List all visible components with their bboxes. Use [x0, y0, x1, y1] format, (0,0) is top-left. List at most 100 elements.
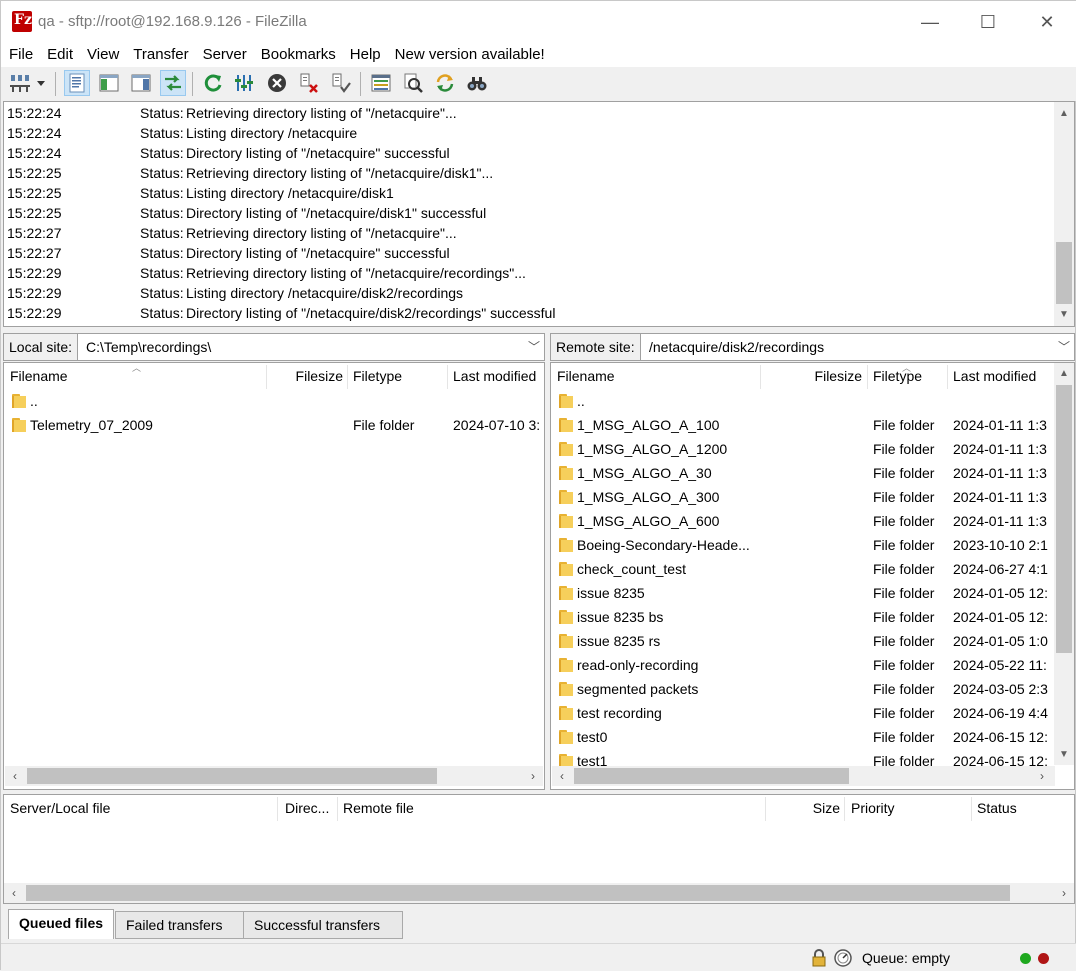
site-manager-icon[interactable] [7, 70, 33, 96]
toggle-remote-tree-icon[interactable] [128, 70, 154, 96]
cancel-icon[interactable] [264, 70, 290, 96]
menu-new-version[interactable]: New version available! [395, 43, 545, 67]
queue-col-remote-file[interactable]: Remote file [343, 795, 763, 821]
refresh-icon[interactable] [200, 70, 226, 96]
tab-failed-transfers[interactable]: Failed transfers [115, 911, 244, 939]
column-divider[interactable] [760, 365, 761, 389]
scroll-down-icon[interactable]: ▼ [1054, 744, 1074, 764]
chevron-down-icon[interactable]: ﹀ [1058, 334, 1070, 360]
list-item[interactable]: check_count_test File folder 2024-06-27 4:… [551, 557, 1054, 581]
list-item[interactable]: 1_MSG_ALGO_A_300 File folder 2024-01-11 1:… [551, 485, 1054, 509]
speed-limit-icon[interactable] [833, 948, 853, 968]
scroll-left-icon[interactable]: ‹ [552, 766, 572, 786]
close-button[interactable]: ✕ [1018, 1, 1076, 43]
menu-help[interactable]: Help [350, 43, 381, 67]
queue-col-size[interactable]: Size [770, 795, 840, 821]
list-item[interactable]: issue 8235 bs File folder 2024-01-05 12: [551, 605, 1054, 629]
queue-hscroll-thumb[interactable] [26, 885, 1010, 901]
remote-col-last-modified[interactable]: Last modified [953, 363, 1053, 389]
chevron-down-icon[interactable]: ﹀ [528, 334, 540, 360]
queue-col-direction[interactable]: Direc... [285, 795, 335, 821]
local-col-last-modified[interactable]: Last modified [453, 363, 544, 389]
remote-file-list[interactable]: Filename Filesize Filetype ︿ Last modifi… [550, 362, 1075, 790]
column-divider[interactable] [844, 797, 845, 821]
menu-transfer[interactable]: Transfer [133, 43, 188, 67]
tab-successful-transfers[interactable]: Successful transfers [243, 911, 403, 939]
column-divider[interactable] [765, 797, 766, 821]
list-item[interactable]: 1_MSG_ALGO_A_600 File folder 2024-01-11 1:… [551, 509, 1054, 533]
column-divider[interactable] [266, 365, 267, 389]
list-item[interactable]: segmented packets File folder 2024-03-05 2… [551, 677, 1054, 701]
remote-hscrollbar[interactable]: ‹ › [552, 766, 1055, 786]
scroll-right-icon[interactable]: › [1032, 766, 1052, 786]
remote-vscrollbar[interactable]: ▲ ▼ [1054, 363, 1074, 765]
scroll-up-icon[interactable]: ▲ [1054, 103, 1074, 123]
transfer-queue[interactable]: Server/Local file Direc... Remote file S… [3, 794, 1075, 904]
column-divider[interactable] [337, 797, 338, 821]
local-file-list[interactable]: Filename ︿ Filesize Filetype Last modifi… [3, 362, 545, 790]
process-queue-icon[interactable] [232, 70, 258, 96]
local-hscrollbar[interactable]: ‹ › [5, 766, 543, 786]
remote-path-input[interactable]: /netacquire/disk2/recordings [649, 334, 824, 360]
message-log[interactable]: 15:22:24 Status: Retrieving directory list… [3, 101, 1075, 327]
toggle-message-log-icon[interactable] [64, 70, 90, 96]
queue-col-status[interactable]: Status [977, 795, 1072, 821]
list-item[interactable]: issue 8235 rs File folder 2024-01-05 1:0 [551, 629, 1054, 653]
log-scroll-thumb[interactable] [1056, 242, 1072, 304]
list-item[interactable]: issue 8235 File folder 2024-01-05 12: [551, 581, 1054, 605]
menu-edit[interactable]: Edit [47, 43, 73, 67]
local-col-filetype[interactable]: Filetype [353, 363, 443, 389]
lock-icon[interactable] [809, 948, 829, 968]
log-scrollbar[interactable]: ▲ ▼ [1054, 102, 1074, 326]
minimize-button[interactable]: — [901, 1, 959, 43]
log-time: 15:22:25 [7, 205, 62, 221]
list-item[interactable]: test recording File folder 2024-06-19 4:4 [551, 701, 1054, 725]
remote-col-filename[interactable]: Filename [557, 363, 757, 389]
list-item[interactable]: 1_MSG_ALGO_A_100 File folder 2024-01-11 1:… [551, 413, 1054, 437]
menu-server[interactable]: Server [203, 43, 247, 67]
filter-icon[interactable] [400, 70, 426, 96]
maximize-button[interactable]: ☐ [959, 1, 1017, 43]
column-divider[interactable] [447, 365, 448, 389]
scroll-down-icon[interactable]: ▼ [1054, 304, 1074, 324]
menu-file[interactable]: File [9, 43, 33, 67]
list-item[interactable]: .. [551, 389, 1054, 413]
column-divider[interactable] [971, 797, 972, 821]
list-item[interactable]: 1_MSG_ALGO_A_30 File folder 2024-01-11 1:3 [551, 461, 1054, 485]
column-divider[interactable] [867, 365, 868, 389]
column-divider[interactable] [947, 365, 948, 389]
column-divider[interactable] [347, 365, 348, 389]
search-icon[interactable] [464, 70, 490, 96]
queue-hscrollbar[interactable]: ‹ › [4, 883, 1074, 903]
list-item[interactable]: read-only-recording File folder 2024-05-22… [551, 653, 1054, 677]
toggle-local-tree-icon[interactable] [96, 70, 122, 96]
toggle-transfer-queue-icon[interactable] [160, 70, 186, 96]
scroll-right-icon[interactable]: › [523, 766, 543, 786]
remote-hscroll-thumb[interactable] [574, 768, 849, 784]
menu-bookmarks[interactable]: Bookmarks [261, 43, 336, 67]
sync-browsing-icon[interactable] [432, 70, 458, 96]
list-item[interactable]: Boeing-Secondary-Heade... File folder 2023… [551, 533, 1054, 557]
remote-col-filesize[interactable]: Filesize [806, 363, 862, 389]
scroll-up-icon[interactable]: ▲ [1054, 363, 1074, 383]
local-hscroll-thumb[interactable] [27, 768, 437, 784]
list-item[interactable]: test0 File folder 2024-06-15 12: [551, 725, 1054, 749]
disconnect-icon[interactable] [296, 70, 322, 96]
local-path-input[interactable]: C:\Temp\recordings\ [86, 334, 211, 360]
tab-queued-files[interactable]: Queued files [8, 909, 115, 939]
list-item[interactable]: .. [4, 389, 544, 413]
list-item[interactable]: 1_MSG_ALGO_A_1200 File folder 2024-01-11 1… [551, 437, 1054, 461]
queue-col-server-local-file[interactable]: Server/Local file [10, 795, 275, 821]
local-col-filesize[interactable]: Filesize [293, 363, 343, 389]
queue-col-priority[interactable]: Priority [851, 795, 966, 821]
dropdown-arrow-icon[interactable] [33, 70, 49, 96]
scroll-left-icon[interactable]: ‹ [4, 883, 24, 903]
scroll-left-icon[interactable]: ‹ [5, 766, 25, 786]
remote-vscroll-thumb[interactable] [1056, 385, 1072, 653]
scroll-right-icon[interactable]: › [1054, 883, 1074, 903]
menu-view[interactable]: View [87, 43, 119, 67]
list-item[interactable]: Telemetry_07_2009 File folder 2024-07-10… [4, 413, 544, 437]
directory-comparison-icon[interactable] [368, 70, 394, 96]
reconnect-icon[interactable] [328, 70, 354, 96]
column-divider[interactable] [277, 797, 278, 821]
